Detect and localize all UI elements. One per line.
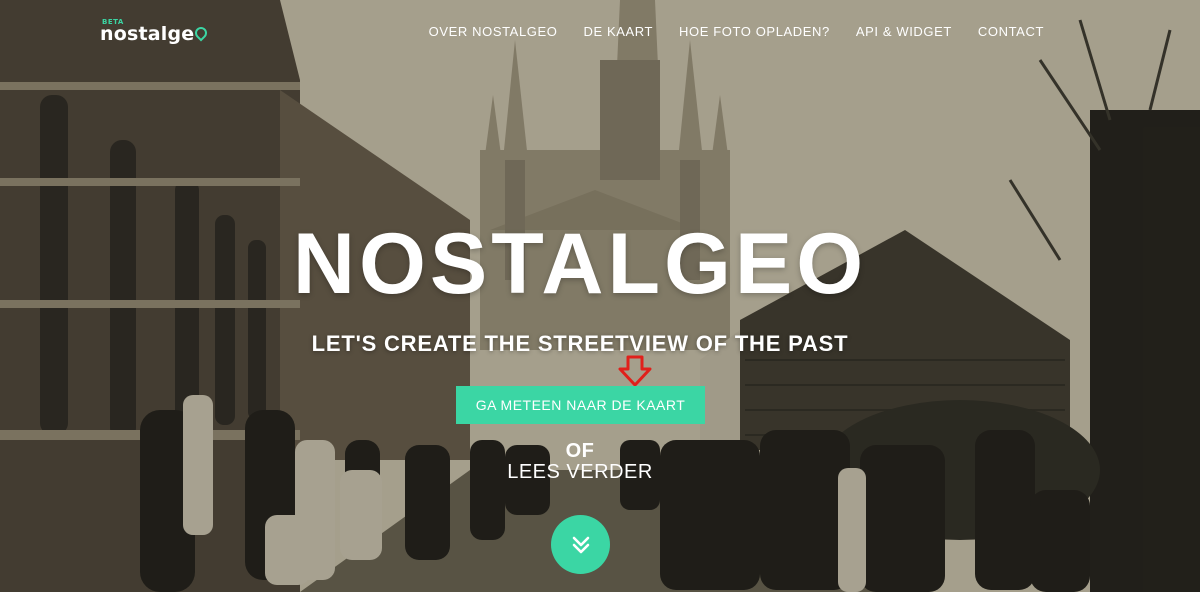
nav-item-over-nostalgeo[interactable]: OVER NOSTALGEO (429, 24, 558, 39)
logo-wordmark: nostalge (100, 23, 210, 45)
go-to-map-button[interactable]: GA METEEN NAAR DE KAART (456, 386, 705, 424)
double-chevron-down-icon (572, 536, 589, 553)
or-label: OF (565, 440, 595, 462)
beta-badge: BETA (102, 18, 124, 26)
nav-item-contact[interactable]: CONTACT (978, 24, 1044, 39)
logo-text: nostalge (100, 23, 195, 45)
scroll-down-button[interactable] (551, 515, 610, 574)
site-logo[interactable]: BETA nostalge (100, 18, 210, 45)
read-more-link[interactable]: LEES VERDER (0, 461, 1160, 484)
nav-item-de-kaart[interactable]: DE KAART (583, 24, 653, 39)
main-nav: OVER NOSTALGEO DE KAART HOE FOTO OPLADEN… (429, 24, 1044, 39)
hero-subtitle: LET'S CREATE THE STREETVIEW OF THE PAST (311, 331, 849, 356)
nav-item-api-widget[interactable]: API & WIDGET (856, 24, 952, 39)
down-arrow-icon (618, 355, 652, 387)
map-pin-icon (192, 24, 210, 42)
nav-item-hoe-foto-opladen[interactable]: HOE FOTO OPLADEN? (679, 24, 830, 39)
hero-title: NOSTALGEO (292, 216, 868, 312)
